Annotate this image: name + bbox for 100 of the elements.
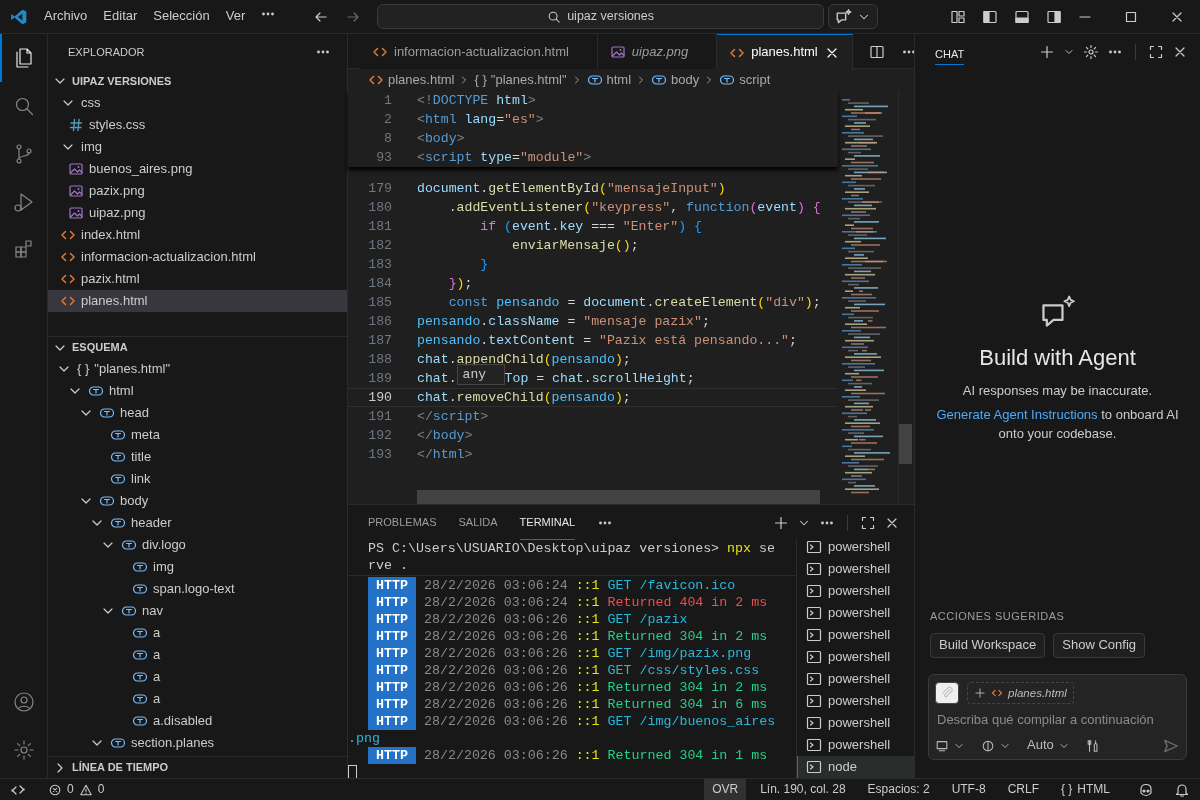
outline-item[interactable]: link [48,468,347,490]
breadcrumb-item[interactable]: { } "planes.html" [474,71,567,89]
outline-item[interactable]: meta [48,424,347,446]
suggestion-button[interactable]: Build Workspace [930,633,1046,658]
context-chip[interactable]: planes.html [967,682,1074,704]
status-item[interactable]: Espacios: 2 [859,779,938,800]
terminal-item[interactable]: powershell [797,734,914,756]
terminal-item[interactable]: powershell [797,558,914,580]
onboard-text: Generate Agent Instructions to onboard AI onto your codebase. [935,406,1180,444]
file-item[interactable]: uipaz.png [48,202,347,224]
problems-counter[interactable]: 0 0 [40,779,113,800]
split-editor-icon[interactable] [868,43,885,60]
outline-item[interactable]: { } "planes.html" [48,358,347,380]
sidebar-right-icon[interactable] [1046,8,1062,25]
outline-item[interactable]: a.disabled [48,710,347,732]
outline-item[interactable]: body [48,490,347,512]
element-icon [651,72,668,88]
section-header[interactable]: LÍNEA DE TIEMPO [48,756,347,778]
file-item[interactable]: informacion-actualizacion.html [48,246,347,268]
agent-picker[interactable] [935,738,965,753]
breadcrumb-item[interactable]: planes.html [368,71,455,89]
mode-picker[interactable]: Auto [1027,737,1070,755]
panel-tab[interactable]: PROBLEMAS [368,505,437,540]
status-item[interactable]: Lín. 190, col. 28 [752,779,854,800]
panel-bottom-icon[interactable] [1014,8,1030,25]
file-item[interactable]: pazix.png [48,180,347,202]
section-header[interactable]: ESQUEMA [48,336,347,358]
chat-menu-button[interactable] [828,4,878,29]
terminal-item[interactable]: powershell [797,580,914,602]
http-badge: HTTP [368,713,416,730]
sidebar-left-icon[interactable] [982,8,998,25]
warning-icon [78,782,93,797]
chat-tab[interactable]: CHAT [935,38,965,66]
menu-item[interactable]: Ver [217,6,254,27]
status-item[interactable]: CRLF [999,779,1047,800]
element-icon [110,449,126,465]
status-item[interactable]: OVR [704,779,747,800]
folder-item[interactable]: img [48,136,347,158]
folder-item[interactable]: css [48,92,347,114]
attach-button[interactable] [935,682,959,704]
app-logo-icon [10,7,28,26]
plus-icon[interactable] [773,514,789,531]
outline-item[interactable]: title [48,446,347,468]
menu-item[interactable]: Archivo [36,6,96,27]
account-icon[interactable] [11,690,36,714]
scrollbar-thumb[interactable] [417,490,820,504]
terminal-item[interactable]: powershell [797,668,914,690]
command-center[interactable]: uipaz versiones [377,4,824,29]
editor-tab[interactable]: informacion-actualizacion.html [360,34,598,69]
outline-item[interactable]: a [48,622,347,644]
maximize-icon[interactable] [1148,44,1164,60]
folder-header[interactable]: UIPAZ VERSIONES [48,70,347,92]
panel-tab[interactable]: TERMINAL [519,505,576,540]
terminal-item[interactable]: powershell [797,624,914,646]
terminal-item[interactable]: powershell [797,602,914,624]
outline-item[interactable]: a [48,666,347,688]
outline-item[interactable]: section.planes [48,732,347,754]
terminal-item[interactable]: powershell [797,540,914,558]
terminal-item[interactable]: node [797,756,914,778]
chat-input-field[interactable]: Describa qué compilar a continuación [935,712,1180,729]
outline-item[interactable]: nav [48,600,347,622]
model-picker[interactable] [981,738,1011,753]
settings-icon[interactable] [1083,44,1099,60]
outline-item[interactable]: header [48,512,347,534]
status-item[interactable]: { } HTML [1052,779,1118,800]
file-item[interactable]: buenos_aires.png [48,158,347,180]
maximize-icon[interactable] [860,514,876,531]
outline-item[interactable]: a [48,644,347,666]
file-item[interactable]: styles.css [48,114,347,136]
outline-item[interactable]: div.logo [48,534,347,556]
terminal-item[interactable]: powershell [797,690,914,712]
scrollbar-thumb[interactable] [899,424,912,464]
panel-tab[interactable]: SALIDA [458,505,498,540]
copilot-icon[interactable] [1138,781,1154,798]
outline-item[interactable]: html [48,380,347,402]
menu-item[interactable]: Editar [95,6,146,27]
layout-icon[interactable] [950,8,966,25]
editor-tab[interactable]: planes.html [717,34,853,70]
plus-icon[interactable] [1039,44,1055,60]
breadcrumb-item[interactable]: html [586,71,632,89]
editor-tab[interactable]: uipaz.png [597,34,718,69]
instructions-link[interactable]: Generate Agent Instructions [936,407,1098,423]
terminal-item[interactable]: powershell [797,646,914,668]
outline-item[interactable]: head [48,402,347,424]
code-line: }); [447,274,473,293]
outline-item[interactable]: a [48,688,347,710]
terminal-item[interactable]: powershell [797,712,914,734]
status-item[interactable]: UTF-8 [943,779,994,800]
suggestion-button[interactable]: Show Config [1053,633,1146,658]
breadcrumb-item[interactable]: script [719,71,771,89]
menu-item[interactable]: Selección [145,6,218,27]
outline-item[interactable]: span.logo-text [48,578,347,600]
file-item[interactable]: index.html [48,224,347,246]
tools-icon[interactable] [1085,738,1100,753]
outline-item[interactable]: img [48,556,347,578]
http-badge: HTTP [368,662,416,679]
breadcrumb-item[interactable]: body [651,71,700,89]
bell-icon[interactable] [1174,781,1190,798]
file-item[interactable]: pazix.html [48,268,347,290]
file-item[interactable]: planes.html [48,290,347,312]
